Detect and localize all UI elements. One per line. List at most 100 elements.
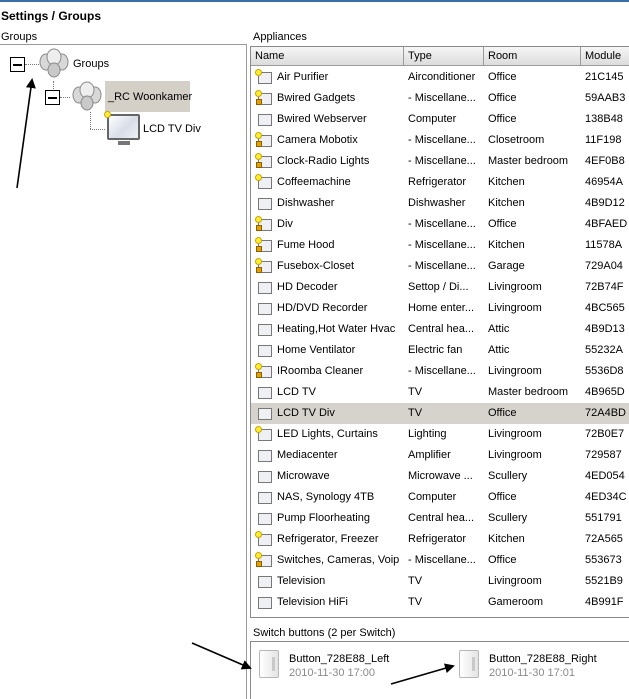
group-icon	[72, 81, 102, 111]
cell-name: Home Ventilator	[277, 344, 356, 356]
appliance-icon	[255, 447, 273, 464]
collapse-root-toggle[interactable]	[10, 57, 25, 72]
bulb-lock-icon	[255, 258, 273, 275]
column-header-type[interactable]: Type	[404, 47, 484, 66]
cell-room: Master bedroom	[488, 155, 569, 167]
cell-room: Scullery	[488, 470, 528, 482]
tree-group-label[interactable]: _RC Woonkamer	[108, 91, 192, 103]
cell-module: 729587	[585, 449, 622, 461]
cell-type: Airconditioner	[408, 71, 476, 83]
column-header-name[interactable]: Name	[251, 47, 404, 66]
cell-module: 4BFAED	[585, 218, 628, 230]
table-row[interactable]: LED Lights, Curtains Lighting Livingroom 72…	[251, 424, 629, 445]
bulb-lock-icon	[255, 237, 273, 254]
table-row[interactable]: Camera Mobotix - Miscellane... Closetroom 1…	[251, 130, 629, 151]
cell-module: 138B48	[585, 113, 623, 125]
table-row[interactable]: Pump Floorheating Central hea... Scullery 5…	[251, 508, 629, 529]
cell-room: Kitchen	[488, 533, 525, 545]
tv-icon	[107, 114, 140, 145]
cell-type: Amplifier	[408, 449, 451, 461]
table-row[interactable]: LCD TV Div TV Office 72A4BD	[251, 403, 629, 424]
table-row[interactable]: Mediacenter Amplifier Livingroom 729587	[251, 445, 629, 466]
settop-icon	[255, 300, 273, 317]
cell-name: HD/DVD Recorder	[277, 302, 368, 314]
cell-room: Livingroom	[488, 575, 542, 587]
group-icon	[39, 48, 69, 78]
cell-name: Microwave	[277, 470, 330, 482]
fan-icon	[255, 342, 273, 359]
cell-name: Refrigerator, Freezer	[277, 533, 379, 545]
cell-room: Gameroom	[488, 596, 544, 608]
table-row[interactable]: Microwave Microwave ... Scullery 4ED054	[251, 466, 629, 487]
cell-type: Home enter...	[408, 302, 475, 314]
cell-room: Attic	[488, 323, 510, 335]
table-row[interactable]: Heating,Hot Water Hvac Central hea... Atti…	[251, 319, 629, 340]
table-row[interactable]: LCD TV TV Master bedroom 4B965D	[251, 382, 629, 403]
tree-appliance-label[interactable]: LCD TV Div	[143, 123, 201, 135]
table-row[interactable]: Fume Hood - Miscellane... Kitchen 11578A	[251, 235, 629, 256]
appliance-icon	[255, 468, 273, 485]
groups-tree-panel[interactable]: Groups _RC Woonkamer LCD TV Div	[0, 44, 247, 699]
switch-button-right-name[interactable]: Button_728E88_Right	[489, 653, 597, 665]
column-header-module[interactable]: Module	[581, 47, 629, 66]
cell-name: HD Decoder	[277, 281, 338, 293]
cell-room: Kitchen	[488, 197, 525, 209]
switch-button-left-date: 2010-11-30 17:00	[289, 667, 376, 679]
tree-line	[25, 64, 39, 65]
cell-type: Refrigerator	[408, 533, 467, 545]
cell-module: 553673	[585, 554, 622, 566]
cell-room: Livingroom	[488, 302, 542, 314]
switch-button-left-name[interactable]: Button_728E88_Left	[289, 653, 389, 665]
table-row[interactable]: Bwired Gadgets - Miscellane... Office 59AAB…	[251, 88, 629, 109]
bulb-icon	[255, 426, 273, 443]
cell-room: Office	[488, 491, 517, 503]
table-row[interactable]: HD/DVD Recorder Home enter... Livingroom 4B…	[251, 298, 629, 319]
table-row[interactable]: NAS, Synology 4TB Computer Office 4ED34C	[251, 487, 629, 508]
cell-name: Dishwasher	[277, 197, 335, 209]
table-row[interactable]: Television TV Livingroom 5521B9	[251, 571, 629, 592]
table-row[interactable]: Air Purifier Airconditioner Office 21C145	[251, 67, 629, 88]
table-row[interactable]: Television HiFi TV Gameroom 4B991F	[251, 592, 629, 613]
cell-module: 59AAB3	[585, 92, 626, 104]
column-header-room[interactable]: Room	[484, 47, 581, 66]
table-row[interactable]: IRoomba Cleaner - Miscellane... Livingroom…	[251, 361, 629, 382]
table-row[interactable]: HD Decoder Settop / Di... Livingroom 72B74F	[251, 277, 629, 298]
cell-module: 4B991F	[585, 596, 624, 608]
cell-type: TV	[408, 596, 423, 608]
cell-name: Coffeemachine	[277, 176, 351, 188]
table-row[interactable]: Home Ventilator Electric fan Attic 55232A	[251, 340, 629, 361]
table-row[interactable]: Dishwasher Dishwasher Kitchen 4B9D12	[251, 193, 629, 214]
cell-room: Livingroom	[488, 428, 542, 440]
cell-module: 4B9D12	[585, 197, 625, 209]
table-row[interactable]: Clock-Radio Lights - Miscellane... Master …	[251, 151, 629, 172]
cell-type: - Miscellane...	[408, 365, 476, 377]
table-row[interactable]: Bwired Webserver Computer Office 138B48	[251, 109, 629, 130]
cell-room: Office	[488, 554, 517, 566]
cell-type: TV	[408, 407, 423, 419]
tree-line	[90, 129, 105, 130]
tree-root-label[interactable]: Groups	[73, 58, 109, 70]
groups-label: Groups	[1, 31, 38, 43]
cell-module: 11578A	[585, 239, 623, 251]
table-row[interactable]: Div - Miscellane... Office 4BFAED	[251, 214, 629, 235]
window-top-border	[0, 0, 629, 2]
computer-icon	[255, 111, 273, 128]
cell-room: Master bedroom	[488, 386, 569, 398]
cell-name: Fume Hood	[277, 239, 335, 251]
cell-name: Switches, Cameras, Voip	[277, 554, 400, 566]
cell-room: Office	[488, 92, 517, 104]
cell-type: Dishwasher	[408, 197, 466, 209]
table-row[interactable]: Coffeemachine Refrigerator Kitchen 46954A	[251, 172, 629, 193]
cell-room: Garage	[488, 260, 525, 272]
tree-line	[90, 112, 91, 129]
cell-type: - Miscellane...	[408, 155, 476, 167]
cell-name: LCD TV Div	[277, 407, 335, 419]
table-row[interactable]: Fusebox-Closet - Miscellane... Garage 729A0…	[251, 256, 629, 277]
table-row[interactable]: Refrigerator, Freezer Refrigerator Kitchen…	[251, 529, 629, 550]
cell-room: Kitchen	[488, 176, 525, 188]
collapse-group-toggle[interactable]	[45, 90, 60, 105]
switch-buttons-panel[interactable]: Button_728E88_Left 2010-11-30 17:00 Butt…	[250, 641, 629, 699]
appliances-list[interactable]: Name Type Room Module Air Purifier Aircon…	[250, 46, 629, 618]
switch-button-icon	[459, 650, 479, 678]
table-row[interactable]: Switches, Cameras, Voip - Miscellane... Of…	[251, 550, 629, 571]
